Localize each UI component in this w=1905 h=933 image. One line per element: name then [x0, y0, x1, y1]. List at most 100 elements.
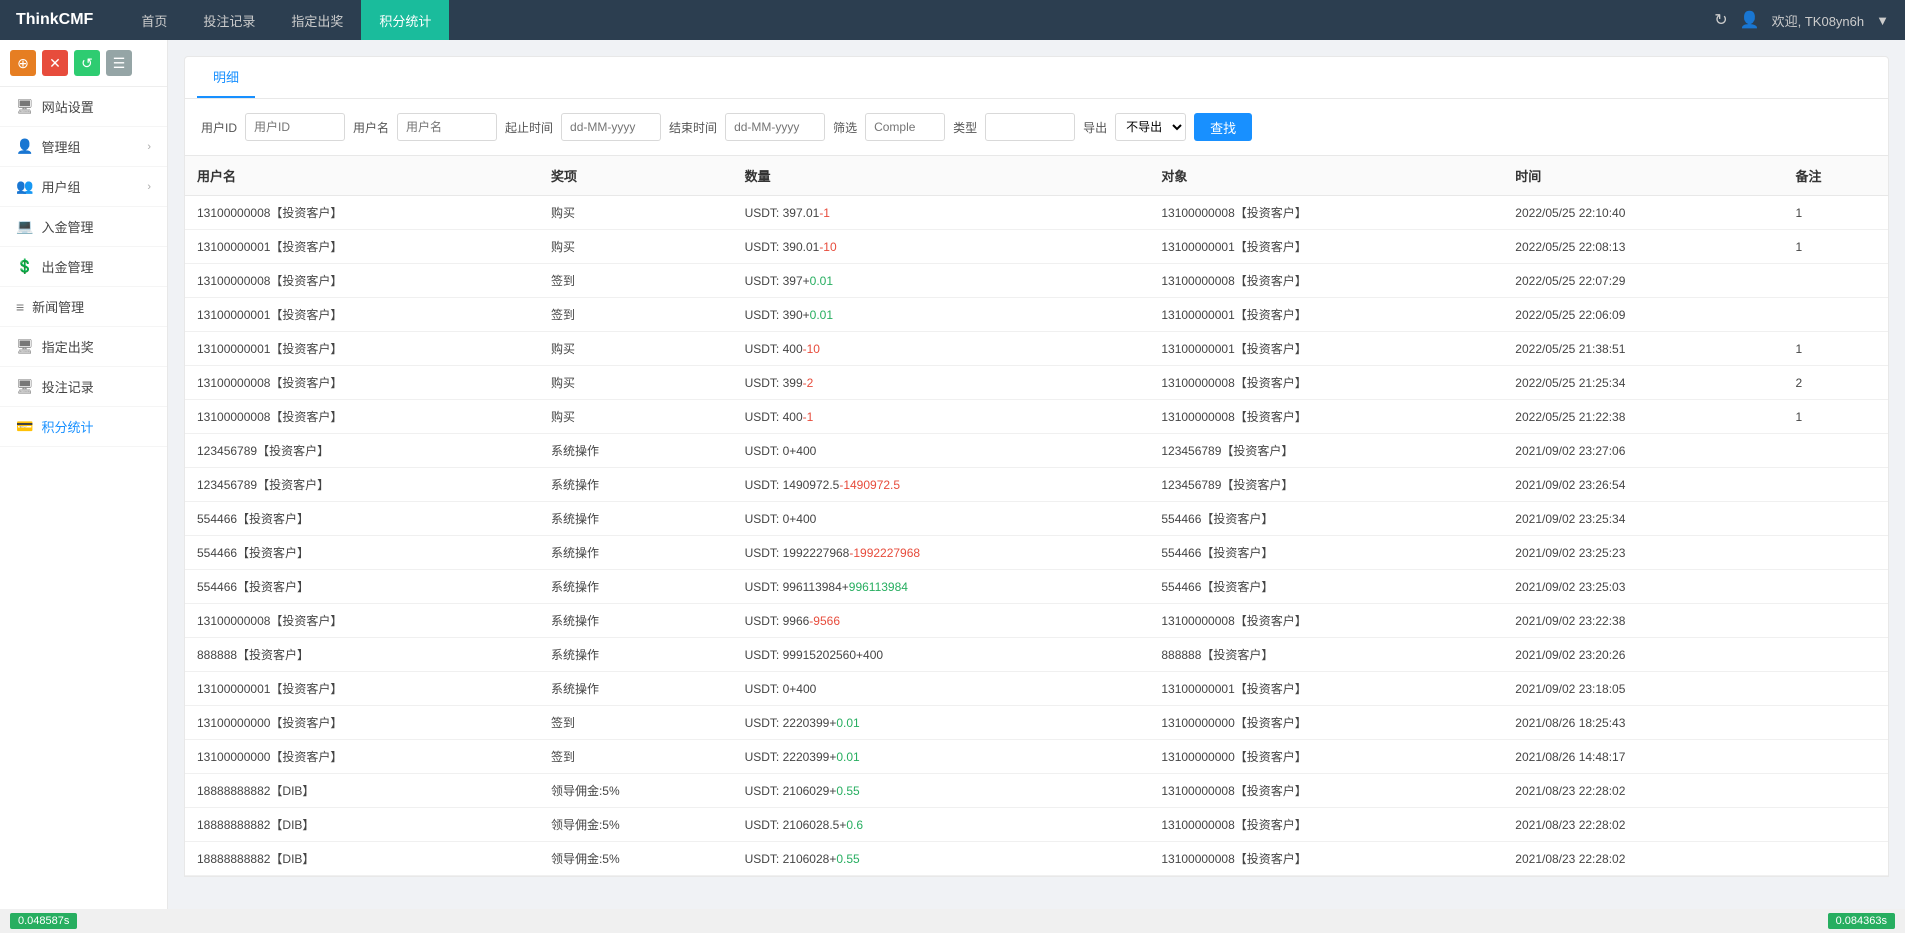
sidebar-icon-deposit-mgmt: 💻: [16, 218, 33, 235]
user-id-input[interactable]: [245, 113, 345, 141]
main-content: 明细 用户ID 用户名 起止时间 结束时间 筛选 类型 Complete 导出 …: [168, 40, 1905, 933]
cell-note: [1783, 706, 1888, 740]
filter-label: 筛选: [833, 119, 857, 136]
add-btn[interactable]: ⊕: [10, 50, 36, 76]
cell-note: [1783, 536, 1888, 570]
refresh-btn[interactable]: ↺: [74, 50, 100, 76]
cell-amount: USDT: 397+0.01: [733, 264, 1150, 298]
cell-note: [1783, 672, 1888, 706]
dropdown-icon[interactable]: ▼: [1876, 13, 1889, 28]
cell-note: [1783, 842, 1888, 876]
cell-time: 2021/09/02 23:22:38: [1503, 604, 1783, 638]
delete-btn[interactable]: ✕: [42, 50, 68, 76]
cell-time: 2022/05/25 22:10:40: [1503, 196, 1783, 230]
start-time-input[interactable]: [561, 113, 661, 141]
nav-item-积分统计[interactable]: 积分统计: [361, 0, 449, 40]
cell-prize: 领导佣金:5%: [539, 774, 733, 808]
complete-filter-input[interactable]: [865, 113, 945, 141]
sidebar-arrow-admin-group: ›: [147, 141, 151, 153]
cell-prize: 购买: [539, 332, 733, 366]
welcome-text: 欢迎, TK08yn6h: [1772, 11, 1865, 30]
cell-amount: USDT: 400-1: [733, 400, 1150, 434]
cell-target: 13100000001【投资客户】: [1149, 672, 1503, 706]
sidebar-icon-withdraw-mgmt: 💲: [16, 258, 33, 275]
sidebar-item-news-mgmt[interactable]: ≡新闻管理: [0, 287, 167, 327]
cell-amount: USDT: 0+400: [733, 434, 1150, 468]
cell-target: 13100000008【投资客户】: [1149, 842, 1503, 876]
sidebar-item-user-group[interactable]: 👥用户组›: [0, 167, 167, 207]
tab-明细[interactable]: 明细: [197, 57, 255, 98]
table-row: 13100000001【投资客户】购买USDT: 390.01-10131000…: [185, 230, 1888, 264]
menu-btn[interactable]: ☰: [106, 50, 132, 76]
type-input[interactable]: Complete: [985, 113, 1075, 141]
table-row: 123456789【投资客户】系统操作USDT: 1490972.5-14909…: [185, 468, 1888, 502]
table-header: 用户名 奖项 数量 对象 时间 备注: [185, 156, 1888, 196]
cell-time: 2022/05/25 22:08:13: [1503, 230, 1783, 264]
cell-username: 13100000008【投资客户】: [185, 400, 539, 434]
cell-note: 1: [1783, 196, 1888, 230]
cell-target: 554466【投资客户】: [1149, 502, 1503, 536]
cell-username: 13100000008【投资客户】: [185, 264, 539, 298]
sidebar-item-bet-record[interactable]: 🖥投注记录: [0, 367, 167, 407]
cell-username: 13100000001【投资客户】: [185, 230, 539, 264]
cell-time: 2022/05/25 21:22:38: [1503, 400, 1783, 434]
cell-amount: USDT: 2220399+0.01: [733, 706, 1150, 740]
nav-item-指定出奖[interactable]: 指定出奖: [273, 0, 361, 40]
cell-time: 2021/09/02 23:25:34: [1503, 502, 1783, 536]
cell-prize: 系统操作: [539, 434, 733, 468]
sidebar-item-assign-prize[interactable]: 🖥指定出奖: [0, 327, 167, 367]
app-logo: ThinkCMF: [16, 11, 93, 29]
tab-bar: 明细: [184, 56, 1889, 99]
end-time-input[interactable]: [725, 113, 825, 141]
cell-target: 13100000008【投资客户】: [1149, 264, 1503, 298]
bottom-bar: 0.048587s 0.084363s: [0, 909, 1905, 933]
cell-target: 13100000001【投资客户】: [1149, 230, 1503, 264]
sidebar-icon-points-stats: 💳: [16, 418, 33, 435]
table-row: 554466【投资客户】系统操作USDT: 996113984+99611398…: [185, 570, 1888, 604]
col-note: 备注: [1783, 156, 1888, 196]
table-row: 13100000000【投资客户】签到USDT: 2220399+0.01131…: [185, 706, 1888, 740]
cell-note: [1783, 570, 1888, 604]
cell-note: [1783, 774, 1888, 808]
export-select[interactable]: 不导出 导出: [1115, 113, 1186, 141]
sidebar-item-admin-group[interactable]: 👤管理组›: [0, 127, 167, 167]
cell-username: 13100000008【投资客户】: [185, 196, 539, 230]
sidebar-label-user-group: 用户组: [41, 177, 80, 196]
cell-prize: 签到: [539, 298, 733, 332]
user-id-label: 用户ID: [201, 119, 237, 136]
search-button[interactable]: 查找: [1194, 113, 1252, 141]
cell-time: 2022/05/25 21:25:34: [1503, 366, 1783, 400]
cell-note: [1783, 638, 1888, 672]
cell-target: 123456789【投资客户】: [1149, 468, 1503, 502]
username-label: 用户名: [353, 119, 389, 136]
table-row: 554466【投资客户】系统操作USDT: 0+400554466【投资客户】2…: [185, 502, 1888, 536]
sidebar-item-deposit-mgmt[interactable]: 💻入金管理: [0, 207, 167, 247]
sidebar-item-withdraw-mgmt[interactable]: 💲出金管理: [0, 247, 167, 287]
cell-target: 13100000000【投资客户】: [1149, 706, 1503, 740]
cell-username: 13100000008【投资客户】: [185, 604, 539, 638]
cell-username: 13100000000【投资客户】: [185, 740, 539, 774]
sidebar-label-news-mgmt: 新闻管理: [32, 297, 84, 316]
cell-username: 123456789【投资客户】: [185, 468, 539, 502]
username-input[interactable]: [397, 113, 497, 141]
cell-time: 2021/09/02 23:18:05: [1503, 672, 1783, 706]
cell-note: 1: [1783, 332, 1888, 366]
nav-item-首页[interactable]: 首页: [123, 0, 185, 40]
user-icon[interactable]: 👤: [1740, 10, 1760, 30]
cell-target: 13100000008【投资客户】: [1149, 400, 1503, 434]
cell-prize: 签到: [539, 264, 733, 298]
refresh-icon[interactable]: ↻: [1714, 10, 1727, 30]
cell-prize: 系统操作: [539, 570, 733, 604]
sidebar-toolbar: ⊕✕↺☰: [0, 40, 167, 87]
cell-username: 554466【投资客户】: [185, 570, 539, 604]
nav-item-投注记录[interactable]: 投注记录: [185, 0, 273, 40]
sidebar-arrow-user-group: ›: [147, 181, 151, 193]
cell-username: 13100000001【投资客户】: [185, 332, 539, 366]
sidebar-item-website-settings[interactable]: 🖥网站设置: [0, 87, 167, 127]
sidebar-item-points-stats[interactable]: 💳积分统计: [0, 407, 167, 447]
cell-target: 13100000008【投资客户】: [1149, 774, 1503, 808]
table-row: 13100000008【投资客户】购买USDT: 399-21310000000…: [185, 366, 1888, 400]
cell-time: 2021/08/26 18:25:43: [1503, 706, 1783, 740]
cell-note: [1783, 264, 1888, 298]
sidebar-menu: 🖥网站设置👤管理组›👥用户组›💻入金管理💲出金管理≡新闻管理🖥指定出奖🖥投注记录…: [0, 87, 167, 447]
